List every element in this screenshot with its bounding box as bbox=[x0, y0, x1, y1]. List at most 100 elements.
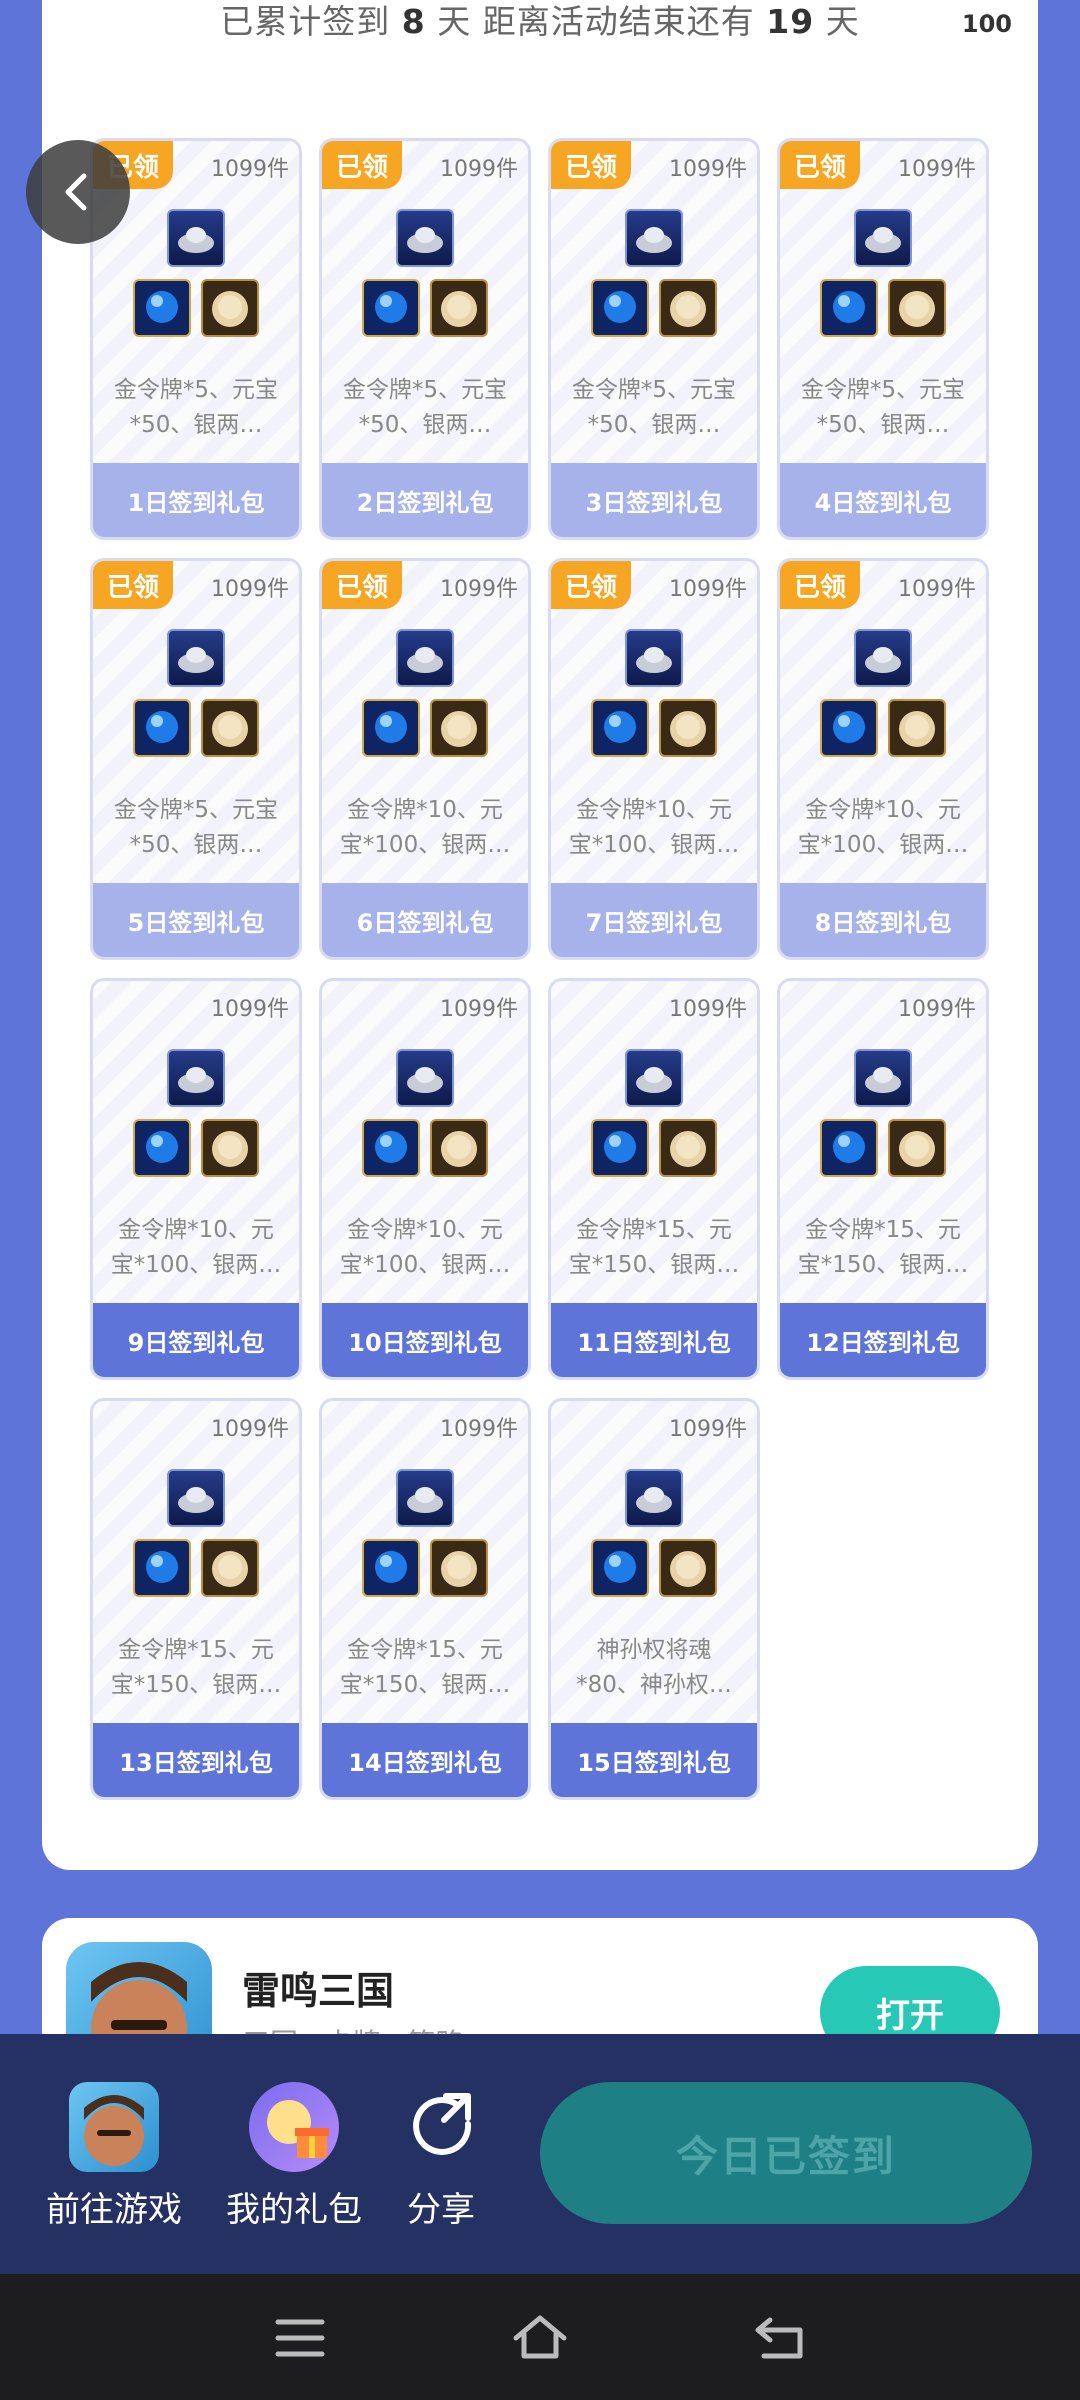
reward-description: 金令牌*5、元宝*50、银两… bbox=[800, 377, 966, 438]
blue-orb-icon bbox=[133, 699, 191, 757]
blue-orb-icon bbox=[362, 699, 420, 757]
my-gifts-label: 我的礼包 bbox=[226, 2190, 362, 2230]
home-icon[interactable] bbox=[510, 2308, 570, 2368]
back-button[interactable] bbox=[26, 140, 130, 244]
silver-ingot-icon bbox=[854, 209, 912, 267]
reward-description: 金令牌*15、元宝*150、银两… bbox=[110, 1637, 282, 1698]
blue-orb-icon bbox=[133, 1119, 191, 1177]
steamed-bun-icon bbox=[888, 699, 946, 757]
back-nav-icon[interactable] bbox=[750, 2308, 810, 2368]
reward-icons bbox=[551, 1049, 757, 1179]
gift-bag-icon bbox=[249, 2082, 339, 2172]
blue-orb-icon bbox=[591, 1119, 649, 1177]
reward-description: 金令牌*5、元宝*50、银两… bbox=[571, 377, 737, 438]
gift-label: 13日签到礼包 bbox=[93, 1723, 299, 1797]
blue-orb-icon bbox=[362, 1119, 420, 1177]
steamed-bun-icon bbox=[430, 1539, 488, 1597]
summary-suffix: 天 bbox=[825, 2, 860, 41]
blue-orb-icon bbox=[820, 699, 878, 757]
gift-tile[interactable]: 1099件 金令牌*15、元宝*150、银两… 14日签到礼包 bbox=[319, 1398, 531, 1800]
share-label: 分享 bbox=[407, 2190, 475, 2230]
reward-description: 金令牌*5、元宝*50、银两… bbox=[113, 377, 279, 438]
reward-description: 金令牌*15、元宝*150、银两… bbox=[339, 1637, 511, 1698]
go-to-game-label: 前往游戏 bbox=[46, 2190, 182, 2230]
stock-count: 1099件 bbox=[211, 577, 289, 602]
system-navigation-bar bbox=[0, 2274, 1080, 2400]
gift-label: 10日签到礼包 bbox=[322, 1303, 528, 1377]
gift-label: 15日签到礼包 bbox=[551, 1723, 757, 1797]
reward-description: 金令牌*15、元宝*150、银两… bbox=[568, 1217, 740, 1278]
blue-orb-icon bbox=[591, 279, 649, 337]
gift-tile[interactable]: 1099件 金令牌*10、元宝*100、银两… 9日签到礼包 bbox=[90, 978, 302, 1380]
gift-tile[interactable]: 已领 1099件 金令牌*10、元宝*100、银两… 8日签到礼包 bbox=[777, 558, 989, 960]
reward-icons bbox=[322, 209, 528, 339]
reward-icons bbox=[322, 1049, 528, 1179]
gift-label: 4日签到礼包 bbox=[780, 463, 986, 537]
stock-count: 1099件 bbox=[211, 1417, 289, 1442]
menu-icon[interactable] bbox=[270, 2308, 330, 2368]
gift-tile[interactable]: 已领 1099件 金令牌*10、元宝*100、银两… 6日签到礼包 bbox=[319, 558, 531, 960]
gift-label: 3日签到礼包 bbox=[551, 463, 757, 537]
claimed-tag: 已领 bbox=[551, 561, 631, 609]
gift-tile[interactable]: 已领 1099件 金令牌*5、元宝*50、银两… 5日签到礼包 bbox=[90, 558, 302, 960]
claimed-tag: 已领 bbox=[322, 141, 402, 189]
gift-tile[interactable]: 1099件 金令牌*15、元宝*150、银两… 13日签到礼包 bbox=[90, 1398, 302, 1800]
stock-count: 1099件 bbox=[440, 997, 518, 1022]
share-icon bbox=[406, 2082, 476, 2172]
gift-tile[interactable]: 已领 1099件 金令牌*10、元宝*100、银两… 7日签到礼包 bbox=[548, 558, 760, 960]
silver-ingot-icon bbox=[625, 629, 683, 687]
silver-ingot-icon bbox=[854, 629, 912, 687]
go-to-game-button[interactable]: 前往游戏 bbox=[46, 2082, 182, 2231]
reward-icons bbox=[780, 209, 986, 339]
gift-tile[interactable]: 已领 1099件 金令牌*5、元宝*50、银两… 4日签到礼包 bbox=[777, 138, 989, 540]
claimed-tag: 已领 bbox=[780, 141, 860, 189]
gift-label: 11日签到礼包 bbox=[551, 1303, 757, 1377]
game-shortcut-icon bbox=[69, 2082, 159, 2172]
blue-orb-icon bbox=[362, 1539, 420, 1597]
claimed-tag: 已领 bbox=[780, 561, 860, 609]
corner-count: 100 bbox=[961, 10, 1012, 38]
stock-count: 1099件 bbox=[898, 997, 976, 1022]
my-gifts-button[interactable]: 我的礼包 bbox=[226, 2082, 362, 2231]
blue-orb-icon bbox=[591, 699, 649, 757]
silver-ingot-icon bbox=[167, 1469, 225, 1527]
reward-description: 金令牌*15、元宝*150、银两… bbox=[797, 1217, 969, 1278]
gift-label: 2日签到礼包 bbox=[322, 463, 528, 537]
reward-description: 金令牌*10、元宝*100、银两… bbox=[568, 797, 740, 858]
blue-orb-icon bbox=[133, 279, 191, 337]
claimed-tag: 已领 bbox=[322, 561, 402, 609]
gift-tile[interactable]: 1099件 金令牌*15、元宝*150、银两… 12日签到礼包 bbox=[777, 978, 989, 1380]
gift-tile[interactable]: 已领 1099件 金令牌*5、元宝*50、银两… 2日签到礼包 bbox=[319, 138, 531, 540]
silver-ingot-icon bbox=[167, 1049, 225, 1107]
steamed-bun-icon bbox=[888, 1119, 946, 1177]
gift-tile[interactable]: 1099件 神孙权将魂*80、神孙权… 15日签到礼包 bbox=[548, 1398, 760, 1800]
silver-ingot-icon bbox=[396, 629, 454, 687]
bottom-action-bar: 前往游戏 我的礼包 分享 今日已签到 bbox=[0, 2034, 1080, 2274]
steamed-bun-icon bbox=[430, 699, 488, 757]
share-button[interactable]: 分享 bbox=[406, 2082, 476, 2231]
gift-tile[interactable]: 1099件 金令牌*10、元宝*100、银两… 10日签到礼包 bbox=[319, 978, 531, 1380]
stock-count: 1099件 bbox=[440, 577, 518, 602]
steamed-bun-icon bbox=[201, 699, 259, 757]
silver-ingot-icon bbox=[167, 629, 225, 687]
steamed-bun-icon bbox=[659, 279, 717, 337]
stock-count: 1099件 bbox=[898, 577, 976, 602]
silver-ingot-icon bbox=[625, 1049, 683, 1107]
steamed-bun-icon bbox=[888, 279, 946, 337]
checked-in-today-button[interactable]: 今日已签到 bbox=[540, 2082, 1032, 2224]
reward-icons bbox=[93, 1049, 299, 1179]
stock-count: 1099件 bbox=[440, 1417, 518, 1442]
gift-tile[interactable]: 已领 1099件 金令牌*5、元宝*50、银两… 3日签到礼包 bbox=[548, 138, 760, 540]
chevron-left-icon bbox=[65, 173, 87, 211]
gift-tile[interactable]: 1099件 金令牌*15、元宝*150、银两… 11日签到礼包 bbox=[548, 978, 760, 1380]
blue-orb-icon bbox=[591, 1539, 649, 1597]
steamed-bun-icon bbox=[659, 699, 717, 757]
silver-ingot-icon bbox=[854, 1049, 912, 1107]
reward-description: 神孙权将魂*80、神孙权… bbox=[576, 1637, 732, 1698]
silver-ingot-icon bbox=[625, 209, 683, 267]
reward-description: 金令牌*10、元宝*100、银两… bbox=[339, 797, 511, 858]
gift-label: 14日签到礼包 bbox=[322, 1723, 528, 1797]
summary-prefix: 已累计签到 bbox=[220, 2, 391, 41]
silver-ingot-icon bbox=[396, 1469, 454, 1527]
gift-label: 1日签到礼包 bbox=[93, 463, 299, 537]
